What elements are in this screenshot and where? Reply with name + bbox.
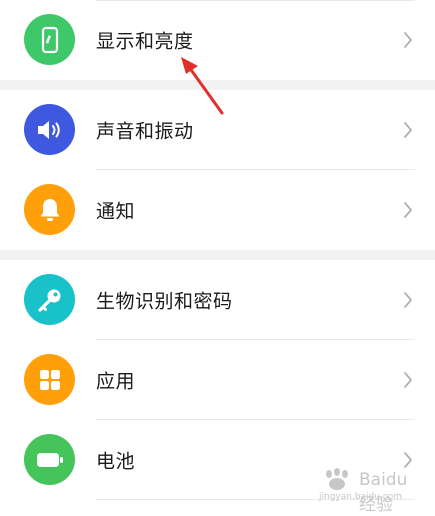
phone-brightness-icon [24, 14, 75, 65]
chevron-right-icon [404, 32, 412, 48]
settings-item-notifications[interactable]: 通知 [0, 170, 435, 250]
group-separator [0, 250, 435, 260]
settings-group-security-apps: 生物识别和密码 应用 电池 [0, 260, 435, 500]
settings-item-label: 声音和振动 [96, 120, 194, 143]
apps-grid-icon [24, 354, 75, 405]
settings-item-label: 电池 [96, 450, 136, 473]
settings-item-apps[interactable]: 应用 [0, 340, 435, 420]
settings-item-label: 通知 [96, 200, 136, 223]
bell-icon [24, 184, 75, 235]
divider [96, 499, 415, 500]
chevron-right-icon [404, 122, 412, 138]
settings-item-label: 应用 [96, 370, 136, 393]
settings-item-biometrics-password[interactable]: 生物识别和密码 [0, 260, 435, 340]
settings-item-display-brightness[interactable]: 显示和亮度 [0, 0, 435, 80]
group-separator [0, 80, 435, 90]
settings-group-display: 显示和亮度 [0, 0, 435, 80]
chevron-right-icon [404, 202, 412, 218]
chevron-right-icon [404, 292, 412, 308]
settings-item-sound-vibration[interactable]: 声音和振动 [0, 90, 435, 170]
settings-item-label: 生物识别和密码 [96, 290, 233, 313]
key-icon [24, 274, 75, 325]
battery-icon [24, 434, 75, 485]
settings-item-battery[interactable]: 电池 [0, 420, 435, 500]
divider [96, 0, 415, 1]
chevron-right-icon [404, 452, 412, 468]
settings-group-sound-notify: 声音和振动 通知 [0, 90, 435, 250]
speaker-icon [24, 104, 75, 155]
chevron-right-icon [404, 372, 412, 388]
settings-item-label: 显示和亮度 [96, 30, 194, 53]
